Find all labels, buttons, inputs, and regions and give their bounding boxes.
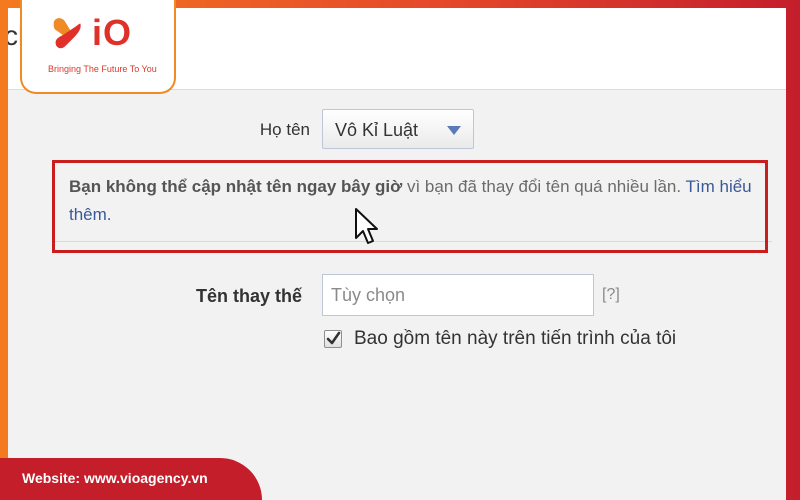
website-footer: Website: www.vioagency.vn [0, 458, 262, 500]
help-link[interactable]: [?] [602, 286, 620, 304]
chevron-down-icon [447, 126, 461, 135]
name-label: Họ tên [259, 120, 310, 139]
mouse-pointer-icon [355, 208, 378, 244]
notice-text: Bạn không thể cập nhật tên ngay bây giờ … [69, 173, 759, 229]
brand-tagline: Bringing The Future To You [48, 64, 157, 74]
website-text: Website: www.vioagency.vn [22, 470, 208, 486]
notice-bold: Bạn không thể cập nhật tên ngay bây giờ [69, 177, 403, 196]
brand-logo-icon [53, 18, 81, 49]
selected-name: Vô Kỉ Luật [335, 120, 419, 140]
alternate-name-label: Tên thay thế [195, 286, 302, 306]
brand-logo-text: iO [92, 12, 133, 53]
timeline-checkbox-label: Bao gồm tên này trên tiến trình của tôi [354, 328, 677, 349]
name-change-notice: Bạn không thể cập nhật tên ngay bây giờ … [52, 160, 768, 253]
checkmark-icon [326, 331, 341, 345]
timeline-checkbox[interactable] [324, 330, 342, 348]
notice-body: vì bạn đã thay đổi tên quá nhiều lần. [402, 177, 686, 196]
brand-logo-card: iO Bringing The Future To You [20, 0, 176, 94]
name-dropdown[interactable]: Vô Kỉ Luật [322, 109, 474, 149]
alternate-name-input[interactable] [322, 274, 594, 316]
